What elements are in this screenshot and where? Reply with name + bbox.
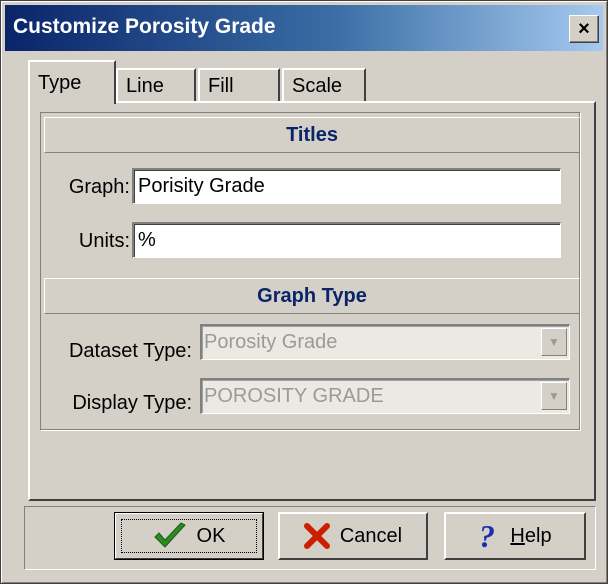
tab-scale[interactable]: Scale (282, 68, 366, 102)
ok-button[interactable]: OK (114, 512, 264, 560)
cancel-button[interactable]: Cancel (278, 512, 428, 560)
close-icon: × (578, 18, 590, 40)
tab-line-label: Line (126, 74, 164, 97)
question-mark-icon: ? (478, 521, 500, 551)
window-title: Customize Porosity Grade (13, 15, 276, 38)
help-label-rest: elp (524, 524, 552, 547)
close-button[interactable]: × (569, 15, 599, 43)
cancel-label: Cancel (339, 524, 403, 547)
tab-line[interactable]: Line (116, 68, 196, 102)
x-icon (303, 523, 330, 549)
focus-rect (121, 519, 257, 553)
help-mnemonic: H (510, 524, 525, 547)
help-button[interactable]: ? Help (444, 512, 586, 560)
tab-type-label: Type (38, 72, 82, 94)
tab-fill-label: Fill (208, 74, 234, 97)
tab-panel (28, 101, 596, 501)
svg-text:?: ? (479, 521, 495, 551)
tab-scale-label: Scale (292, 74, 343, 97)
tab-type[interactable]: Type (28, 60, 116, 104)
help-label: Help (510, 525, 551, 548)
title-bar[interactable]: Customize Porosity Grade × (5, 5, 603, 51)
tab-fill[interactable]: Fill (198, 68, 280, 102)
